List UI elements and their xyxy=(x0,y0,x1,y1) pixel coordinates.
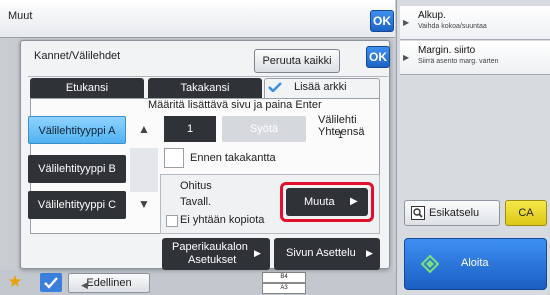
paper-tray-label-2: Asetukset xyxy=(188,254,237,266)
paper-size-b4: B4 xyxy=(262,272,306,283)
page-value-field[interactable]: 1 xyxy=(164,116,216,142)
dialog-title: Kannet/Välilehdet xyxy=(34,50,121,62)
tab-label: Välilehti xyxy=(318,114,357,126)
tab-front-cover[interactable]: Etukansi xyxy=(30,78,144,98)
no-copy-checkbox[interactable] xyxy=(166,215,178,227)
instruction-text: Määritä lisättävä sivu ja paina Enter xyxy=(148,99,322,111)
star-icon[interactable]: ★ xyxy=(4,272,26,292)
original-sublabel: Vaihda kokoa/suuntaa xyxy=(418,23,487,30)
total-count: 1 xyxy=(338,130,344,140)
tab-insert-sheet-label: Lisää arkki xyxy=(294,81,347,93)
skip-label: Ohitus xyxy=(180,180,212,192)
arrow-right-icon: ▶ xyxy=(254,248,261,258)
change-label: Muuta xyxy=(304,196,335,208)
magnifier-icon xyxy=(411,206,425,220)
enter-button[interactable]: Syötä xyxy=(222,116,306,142)
play-icon: ▶ xyxy=(403,53,410,62)
preview-label: Esikatselu xyxy=(429,207,480,219)
check-button[interactable] xyxy=(40,273,62,292)
page-layout-button[interactable]: Sivun Asettelu ▶ xyxy=(274,238,380,270)
ok-button[interactable]: OK xyxy=(370,10,394,32)
original-size-item[interactable]: ▶ Alkup. Vaihda kokoa/suuntaa xyxy=(400,6,550,40)
start-label: Aloita xyxy=(461,257,489,269)
margin-shift-sublabel: Siirrä asento marg. varten xyxy=(418,58,499,65)
screen-title: Muut xyxy=(8,10,33,22)
previous-button[interactable]: ◀ Edellinen xyxy=(68,273,150,293)
back-arrow-icon: ◀ xyxy=(81,280,88,290)
start-button[interactable]: Aloita xyxy=(404,238,547,290)
page-layout-label: Sivun Asettelu xyxy=(286,247,356,259)
tab-type-b-button[interactable]: Välilehtityyppi B xyxy=(28,155,126,183)
play-icon: ▶ xyxy=(403,18,410,27)
clear-all-button[interactable]: CA xyxy=(505,200,547,226)
original-label: Alkup. xyxy=(418,10,446,21)
dialog-ok-button[interactable]: OK xyxy=(366,46,390,68)
scroll-up-icon[interactable]: ▲ xyxy=(133,118,155,140)
before-back-cover-label: Ennen takakantta xyxy=(190,152,276,164)
paper-size-a3: A3 xyxy=(262,283,306,294)
scroll-down-icon[interactable]: ▼ xyxy=(133,193,155,215)
no-copy-label: Ei yhtään kopiota xyxy=(180,214,265,226)
paper-tray-label-1: Paperikaukalon xyxy=(172,241,248,253)
scroll-track xyxy=(130,148,158,192)
paper-tray-settings-button[interactable]: Paperikaukalon Asetukset ▶ xyxy=(162,238,270,270)
skip-value: Tavall. xyxy=(180,196,212,208)
top-bar: Muut xyxy=(0,0,395,38)
preview-button[interactable]: Esikatselu xyxy=(404,200,500,226)
arrow-right-icon: ▶ xyxy=(350,196,358,207)
before-back-cover-checkbox[interactable] xyxy=(164,148,184,168)
previous-label: Edellinen xyxy=(86,277,132,289)
tab-type-a-button[interactable]: Välilehtityyppi A xyxy=(28,116,126,144)
margin-shift-label: Margin. siirto xyxy=(418,45,476,56)
divider xyxy=(28,76,388,77)
tab-back-cover[interactable]: Takakansi xyxy=(148,78,262,98)
margin-shift-item[interactable]: ▶ Margin. siirto Siirrä asento marg. var… xyxy=(400,41,550,75)
arrow-right-icon: ▶ xyxy=(366,248,373,258)
change-button[interactable]: Muuta ▶ xyxy=(286,188,368,216)
start-diamond-icon xyxy=(421,255,439,273)
tab-type-c-button[interactable]: Välilehtityyppi C xyxy=(28,191,126,219)
check-icon xyxy=(44,277,58,289)
checkmark-icon xyxy=(268,82,282,92)
cancel-all-button[interactable]: Peruuta kaikki xyxy=(254,49,340,73)
